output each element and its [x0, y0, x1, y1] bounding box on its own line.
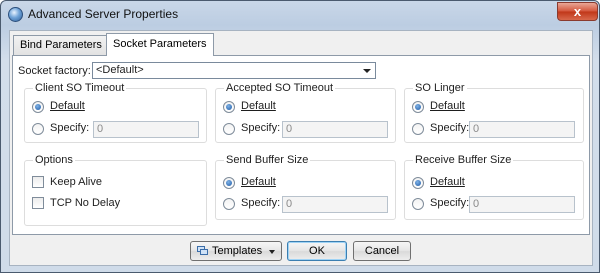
- accepted-so-timeout-group: Accepted SO Timeout Default Specify: 0: [215, 82, 396, 143]
- chevron-down-icon: [363, 69, 371, 73]
- radio-label: Specify:: [50, 122, 90, 134]
- group-title: Options: [33, 154, 75, 166]
- group-title: SO Linger: [413, 82, 467, 94]
- templates-button-label: Templates: [212, 245, 263, 257]
- window-title: Advanced Server Properties: [28, 7, 179, 21]
- radio-indicator[interactable]: [412, 101, 424, 113]
- group-title: Receive Buffer Size: [413, 154, 514, 166]
- radio-label: Default: [430, 100, 465, 112]
- send-buffer-size-specify-input[interactable]: 0: [282, 196, 388, 213]
- ok-button[interactable]: OK: [287, 241, 347, 261]
- templates-button[interactable]: Templates: [190, 241, 282, 261]
- receive-buffer-size-specify-input[interactable]: 0: [469, 196, 575, 213]
- socket-factory-select[interactable]: <Default>: [92, 62, 376, 79]
- radio-label: Specify:: [430, 197, 470, 209]
- radio-indicator[interactable]: [32, 101, 44, 113]
- close-button[interactable]: x: [557, 2, 598, 21]
- so-linger-specify-input[interactable]: 0: [469, 121, 575, 138]
- checkbox-label: TCP No Delay: [50, 197, 121, 209]
- dialog-window: Advanced Server Properties x Bind Parame…: [0, 0, 600, 273]
- tab-socket-parameters[interactable]: Socket Parameters: [106, 33, 214, 56]
- title-bar[interactable]: Advanced Server Properties x: [1, 1, 599, 28]
- radio-label: Default: [241, 176, 276, 188]
- receive-buffer-size-group: Receive Buffer Size Default Specify: 0: [404, 154, 584, 220]
- radio-indicator[interactable]: [32, 123, 44, 135]
- so-linger-group: SO Linger Default Specify: 0: [404, 82, 584, 143]
- radio-label: Default: [241, 100, 276, 112]
- radio-indicator[interactable]: [223, 123, 235, 135]
- radio-indicator[interactable]: [412, 177, 424, 189]
- chevron-down-icon: [269, 250, 275, 254]
- group-title: Send Buffer Size: [224, 154, 311, 166]
- checkbox-label: Keep Alive: [50, 176, 102, 188]
- server-icon: [8, 7, 23, 22]
- tab-bind-parameters[interactable]: Bind Parameters: [13, 35, 109, 55]
- socket-parameters-panel: Socket factory: <Default> Client SO Time…: [12, 55, 590, 235]
- group-title: Accepted SO Timeout: [224, 82, 335, 94]
- checkbox-indicator[interactable]: [32, 197, 44, 209]
- radio-label: Specify:: [430, 122, 470, 134]
- radio-label: Default: [430, 176, 465, 188]
- options-group: Options Keep Alive TCP No Delay: [24, 154, 207, 226]
- accepted-so-timeout-specify-input[interactable]: 0: [282, 121, 388, 138]
- radio-label: Default: [50, 100, 85, 112]
- radio-indicator[interactable]: [412, 198, 424, 210]
- socket-factory-value: <Default>: [96, 64, 144, 76]
- group-title: Client SO Timeout: [33, 82, 127, 94]
- dialog-body: Bind Parameters Socket Parameters Socket…: [9, 30, 593, 266]
- templates-icon: [197, 246, 209, 256]
- client-so-timeout-specify-input[interactable]: 0: [93, 121, 199, 138]
- radio-label: Specify:: [241, 122, 281, 134]
- client-so-timeout-group: Client SO Timeout Default Specify: 0: [24, 82, 207, 143]
- radio-indicator[interactable]: [412, 123, 424, 135]
- radio-indicator[interactable]: [223, 101, 235, 113]
- radio-label: Specify:: [241, 197, 281, 209]
- radio-indicator[interactable]: [223, 198, 235, 210]
- send-buffer-size-group: Send Buffer Size Default Specify: 0: [215, 154, 396, 220]
- close-icon: x: [573, 4, 582, 19]
- checkbox-indicator[interactable]: [32, 176, 44, 188]
- socket-factory-label: Socket factory:: [18, 65, 91, 77]
- cancel-button[interactable]: Cancel: [353, 241, 411, 261]
- radio-indicator[interactable]: [223, 177, 235, 189]
